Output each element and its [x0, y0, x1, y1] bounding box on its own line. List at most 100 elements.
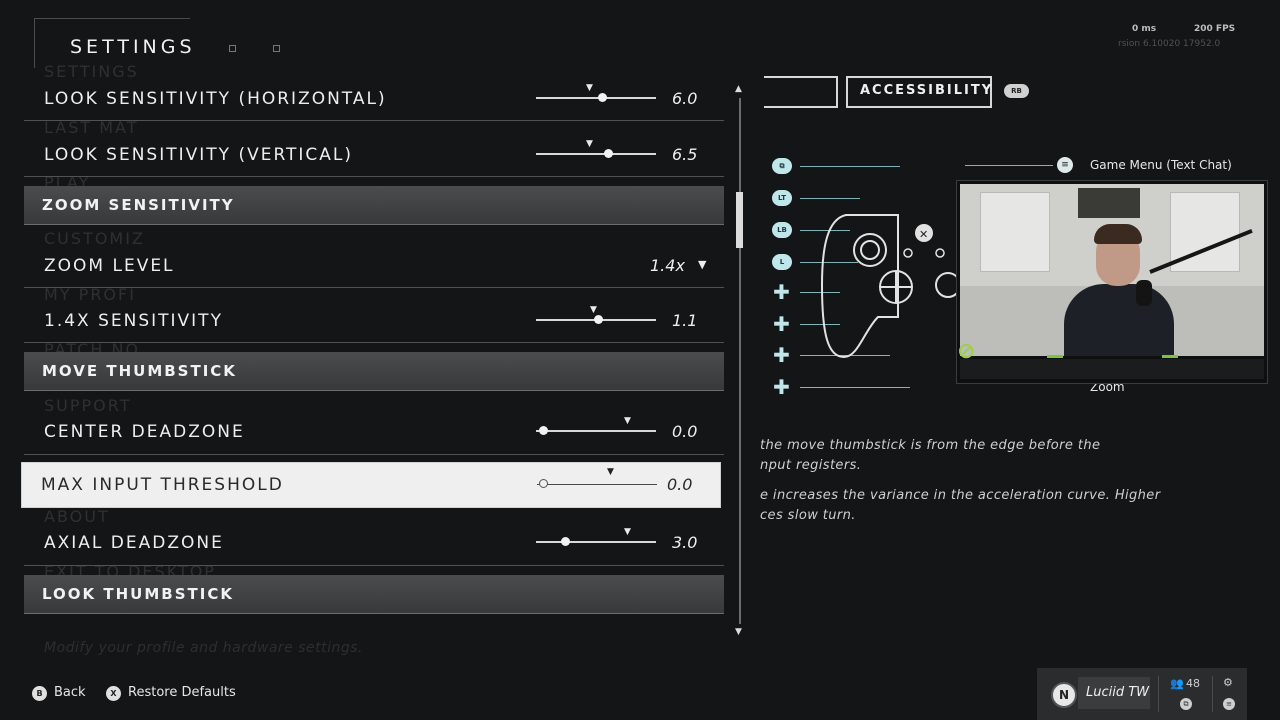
setting-label: ZOOM LEVEL: [44, 256, 175, 276]
setting-label: CENTER DEADZONE: [44, 422, 245, 442]
default-marker-icon: ▼: [586, 139, 593, 149]
b-button-icon: B: [32, 686, 47, 701]
svg-text:✕: ✕: [919, 228, 928, 241]
callout-line: [800, 198, 860, 199]
row-divider: [24, 287, 724, 288]
slider-track[interactable]: [536, 430, 656, 432]
slider-track[interactable]: [536, 97, 656, 99]
webcam-person-hair: [1094, 224, 1142, 244]
scrollbar-track[interactable]: [739, 98, 741, 624]
callout-line: [800, 387, 910, 388]
optic-logo-icon: ⊘: [957, 339, 976, 364]
row-divider: [24, 565, 724, 566]
default-marker-icon: ▼: [590, 305, 597, 315]
x-button-icon: X: [106, 686, 121, 701]
divider: [1158, 676, 1159, 712]
view-button-icon: ⧉: [772, 158, 792, 174]
slider-knob[interactable]: [539, 426, 549, 435]
chevron-down-icon[interactable]: ▼: [698, 258, 706, 271]
setting-label: LOOK SENSITIVITY (VERTICAL): [44, 145, 354, 165]
setting-value: 0.0: [667, 475, 693, 494]
setting-value: 6.0: [672, 89, 698, 108]
dpad-icon: ✚: [773, 375, 790, 399]
webcam-window: [980, 192, 1050, 272]
setting-value: 0.0: [672, 422, 698, 441]
profile-name: Luciid TW: [1086, 685, 1150, 700]
scroll-up-icon[interactable]: ▲: [735, 84, 742, 94]
webcam-person: [1064, 284, 1174, 356]
callout-line: [965, 165, 1053, 166]
rb-button-icon: RB: [1004, 84, 1029, 98]
dpad-icon: ✚: [773, 312, 790, 336]
webcam-accent: [1162, 355, 1178, 358]
setting-max-input-threshold[interactable]: MAX INPUT THRESHOLD ▼ 0.0: [21, 462, 721, 508]
setting-value: 6.5: [672, 145, 698, 164]
scroll-down-icon[interactable]: ▼: [735, 627, 742, 637]
section-look-thumbstick: LOOK THUMBSTICK: [24, 575, 724, 614]
setting-label: 1.4X SENSITIVITY: [44, 311, 223, 331]
header-dot: [273, 45, 280, 52]
friends-count: 48: [1186, 677, 1200, 690]
latency-readout: 0 ms: [1132, 24, 1157, 34]
setting-label: AXIAL DEADZONE: [44, 533, 224, 553]
header-line: [34, 18, 190, 19]
social-button-icon[interactable]: ⧉: [1180, 698, 1192, 710]
setting-center-deadzone[interactable]: CENTER DEADZONE ▼ 0.0: [24, 411, 724, 455]
setting-1-4x-sensitivity[interactable]: 1.4X SENSITIVITY ▼ 1.1: [24, 299, 724, 343]
slider-knob[interactable]: [560, 537, 570, 546]
callout-line: [800, 166, 900, 167]
setting-value: 3.0: [672, 533, 698, 552]
webcam-feed: [960, 184, 1264, 356]
slider-knob[interactable]: [594, 315, 604, 324]
microphone-icon: [1136, 280, 1152, 306]
setting-look-sensitivity-vertical[interactable]: LOOK SENSITIVITY (VERTICAL) ▼ 6.5: [24, 133, 724, 177]
tab-accessibility[interactable]: ACCESSIBILITY: [846, 76, 992, 108]
version-text: rsion 6.10020 17952.0: [1118, 39, 1221, 49]
row-divider: [24, 176, 724, 177]
section-title: ZOOM SENSITIVITY: [42, 196, 235, 214]
slider-knob[interactable]: [604, 149, 613, 158]
row-divider: [24, 454, 724, 455]
webcam-overlay: ⊘: [956, 180, 1268, 384]
dropdown-value[interactable]: 1.4x: [650, 256, 690, 275]
tab-previous[interactable]: [764, 76, 838, 108]
setting-zoom-level[interactable]: ZOOM LEVEL 1.4x ▼: [24, 244, 724, 288]
setting-label: LOOK SENSITIVITY (HORIZONTAL): [44, 89, 387, 109]
section-title: MOVE THUMBSTICK: [42, 362, 237, 380]
description-line: the move thumbstick is from the edge bef…: [760, 438, 1101, 453]
slider-track[interactable]: [537, 484, 657, 485]
setting-label: MAX INPUT THRESHOLD: [41, 475, 284, 495]
profile-name-plate[interactable]: Luciid TW: [1078, 677, 1150, 709]
slider-knob[interactable]: [539, 479, 548, 488]
lt-button-icon: LT: [772, 190, 792, 206]
left-stick-icon: L: [772, 254, 792, 270]
default-marker-icon: ▼: [624, 416, 631, 426]
description-line: ces slow turn.: [760, 508, 856, 523]
slider-track[interactable]: [536, 153, 656, 155]
row-divider: [24, 120, 724, 121]
setting-look-sensitivity-horizontal[interactable]: LOOK SENSITIVITY (HORIZONTAL) ▼ 6.0: [24, 78, 724, 121]
restore-defaults-button[interactable]: Restore Defaults: [128, 685, 236, 700]
game-menu-label: Game Menu (Text Chat): [1090, 158, 1232, 172]
row-divider: [24, 342, 724, 343]
slider-track[interactable]: [536, 541, 656, 543]
back-button[interactable]: Back: [54, 685, 86, 700]
dpad-icon: ✚: [773, 343, 790, 367]
header-dot: [229, 45, 236, 52]
gear-icon[interactable]: ⚙: [1223, 676, 1233, 689]
description-line: nput registers.: [760, 458, 862, 473]
setting-axial-deadzone[interactable]: AXIAL DEADZONE ▼ 3.0: [24, 522, 724, 566]
webcam-poster: [1078, 188, 1140, 218]
menu-button-icon[interactable]: ≡: [1223, 698, 1235, 710]
header-vline: [34, 18, 35, 68]
team-logo-icon: N: [1051, 682, 1077, 708]
section-zoom-sensitivity: ZOOM SENSITIVITY: [24, 186, 724, 225]
scrollbar-thumb[interactable]: [736, 192, 743, 248]
tab-label: ACCESSIBILITY: [860, 83, 994, 98]
hint-text: Modify your profile and hardware setting…: [44, 640, 364, 656]
section-move-thumbstick: MOVE THUMBSTICK: [24, 352, 724, 391]
setting-value: 1.1: [672, 311, 698, 330]
slider-knob[interactable]: [598, 93, 607, 102]
webcam-accent: [1047, 355, 1063, 358]
friends-icon: 👥: [1170, 677, 1184, 690]
